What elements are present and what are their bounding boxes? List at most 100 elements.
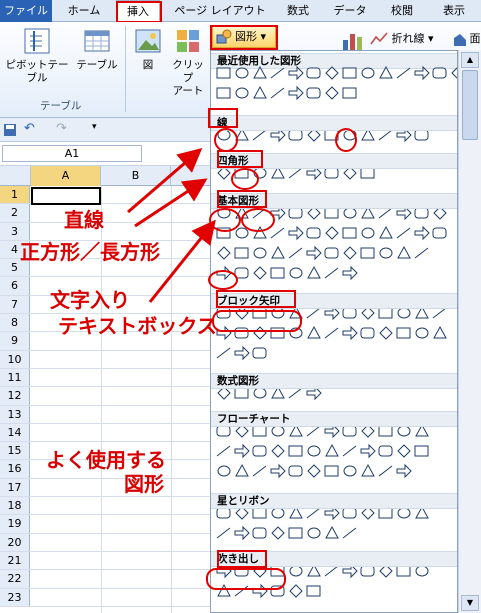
- shape-item[interactable]: [342, 527, 357, 539]
- shape-item[interactable]: [324, 465, 339, 477]
- shape-item[interactable]: [361, 463, 375, 477]
- shape-item[interactable]: [379, 65, 393, 79]
- shape-item[interactable]: [307, 325, 321, 339]
- row-header[interactable]: 19: [0, 515, 30, 533]
- shape-item[interactable]: [325, 226, 339, 240]
- shape-item[interactable]: [414, 207, 429, 219]
- shape-item[interactable]: [234, 387, 249, 399]
- shape-item[interactable]: [397, 444, 411, 458]
- shape-item[interactable]: [271, 245, 285, 259]
- shape-item[interactable]: [252, 445, 267, 457]
- shape-item[interactable]: [324, 327, 339, 339]
- shape-item[interactable]: [324, 207, 339, 219]
- shape-item[interactable]: [235, 87, 249, 99]
- shape-item[interactable]: [324, 167, 339, 179]
- shape-item[interactable]: [270, 227, 285, 239]
- shape-item[interactable]: [253, 387, 267, 399]
- shape-item[interactable]: [397, 507, 411, 519]
- shape-item[interactable]: [360, 565, 375, 577]
- row-header[interactable]: 7: [0, 295, 30, 314]
- shape-item[interactable]: [216, 87, 231, 99]
- shape-item[interactable]: [342, 87, 357, 99]
- gallery-scrollbar[interactable]: ▲ ▼: [458, 50, 481, 613]
- shape-item[interactable]: [360, 247, 375, 259]
- shape-item[interactable]: [414, 247, 429, 259]
- shape-item[interactable]: [271, 444, 285, 458]
- row-header[interactable]: 14: [0, 423, 30, 442]
- shape-item[interactable]: [270, 463, 286, 479]
- shape-item[interactable]: [378, 425, 393, 437]
- shape-item[interactable]: [288, 527, 303, 539]
- worksheet-grid[interactable]: A B 1 2 3 4 5 6 7 8 9 10 11 12 13 14 15 …: [0, 166, 212, 613]
- shape-item[interactable]: [306, 245, 322, 261]
- shape-item[interactable]: [253, 65, 267, 79]
- tab-review[interactable]: 校閲: [385, 0, 419, 22]
- shape-item[interactable]: [325, 66, 339, 80]
- shape-item[interactable]: [325, 525, 339, 539]
- shape-item[interactable]: [360, 167, 375, 179]
- shape-item[interactable]: [342, 307, 357, 319]
- shape-item[interactable]: [307, 265, 321, 279]
- shape-item[interactable]: [253, 266, 267, 280]
- select-all-corner[interactable]: [0, 166, 31, 186]
- tab-formulas[interactable]: 数式: [280, 0, 316, 22]
- shape-item[interactable]: [216, 425, 231, 437]
- shape-item[interactable]: [271, 425, 285, 437]
- shape-item[interactable]: [325, 443, 339, 457]
- shape-item[interactable]: [397, 307, 411, 319]
- tab-file[interactable]: ファイル: [0, 0, 52, 22]
- shape-item[interactable]: [270, 67, 285, 79]
- shape-item[interactable]: [432, 67, 447, 79]
- redo-icon[interactable]: ↷: [56, 121, 67, 136]
- name-box[interactable]: A1: [2, 145, 142, 162]
- shape-item[interactable]: [343, 465, 357, 477]
- tab-data[interactable]: データ: [330, 0, 370, 22]
- shape-item[interactable]: [342, 507, 357, 519]
- shape-item[interactable]: [378, 307, 393, 319]
- shape-item[interactable]: [270, 87, 285, 99]
- shape-item[interactable]: [288, 247, 303, 259]
- shape-item[interactable]: [414, 129, 429, 141]
- line-chart-button[interactable]: 折れ線 ▾: [370, 30, 450, 48]
- shape-item[interactable]: [414, 445, 429, 457]
- row-header[interactable]: 1: [0, 186, 30, 204]
- shape-item[interactable]: [234, 247, 249, 259]
- row-header[interactable]: 2: [0, 204, 30, 222]
- shape-item[interactable]: [288, 465, 303, 477]
- row-header[interactable]: 15: [0, 442, 30, 460]
- save-icon[interactable]: [3, 123, 17, 137]
- shape-item[interactable]: [306, 585, 321, 597]
- row-header[interactable]: 12: [0, 387, 30, 405]
- column-header[interactable]: B: [101, 166, 171, 186]
- shape-item[interactable]: [378, 445, 393, 457]
- shape-item[interactable]: [378, 207, 393, 219]
- shape-item[interactable]: [216, 507, 231, 519]
- shape-item[interactable]: [289, 584, 303, 598]
- shape-item[interactable]: [288, 445, 303, 457]
- shape-item[interactable]: [306, 425, 321, 437]
- row-header[interactable]: 8: [0, 314, 30, 332]
- area-chart-button[interactable]: 面: [454, 30, 481, 48]
- shape-item[interactable]: [252, 465, 267, 477]
- row-header[interactable]: 23: [0, 588, 30, 606]
- shape-item[interactable]: [252, 507, 267, 519]
- row-header[interactable]: 13: [0, 405, 30, 423]
- tab-view[interactable]: 表示: [436, 0, 472, 22]
- shape-item[interactable]: [342, 265, 358, 281]
- scroll-down-button[interactable]: ▼: [461, 595, 479, 611]
- shape-item[interactable]: [378, 465, 393, 477]
- shape-item[interactable]: [288, 129, 303, 141]
- shape-item[interactable]: [271, 507, 285, 519]
- shape-item[interactable]: [432, 307, 447, 319]
- shape-item[interactable]: [379, 225, 393, 239]
- shape-item[interactable]: [216, 527, 231, 539]
- shape-item[interactable]: [288, 387, 303, 399]
- shape-item[interactable]: [433, 325, 447, 339]
- shape-item[interactable]: [306, 507, 321, 519]
- shape-item[interactable]: [342, 67, 357, 79]
- shape-item[interactable]: [235, 227, 249, 239]
- shape-item[interactable]: [216, 347, 231, 359]
- shape-item[interactable]: [378, 507, 393, 519]
- shape-item[interactable]: [360, 443, 376, 459]
- shape-item[interactable]: [252, 527, 267, 539]
